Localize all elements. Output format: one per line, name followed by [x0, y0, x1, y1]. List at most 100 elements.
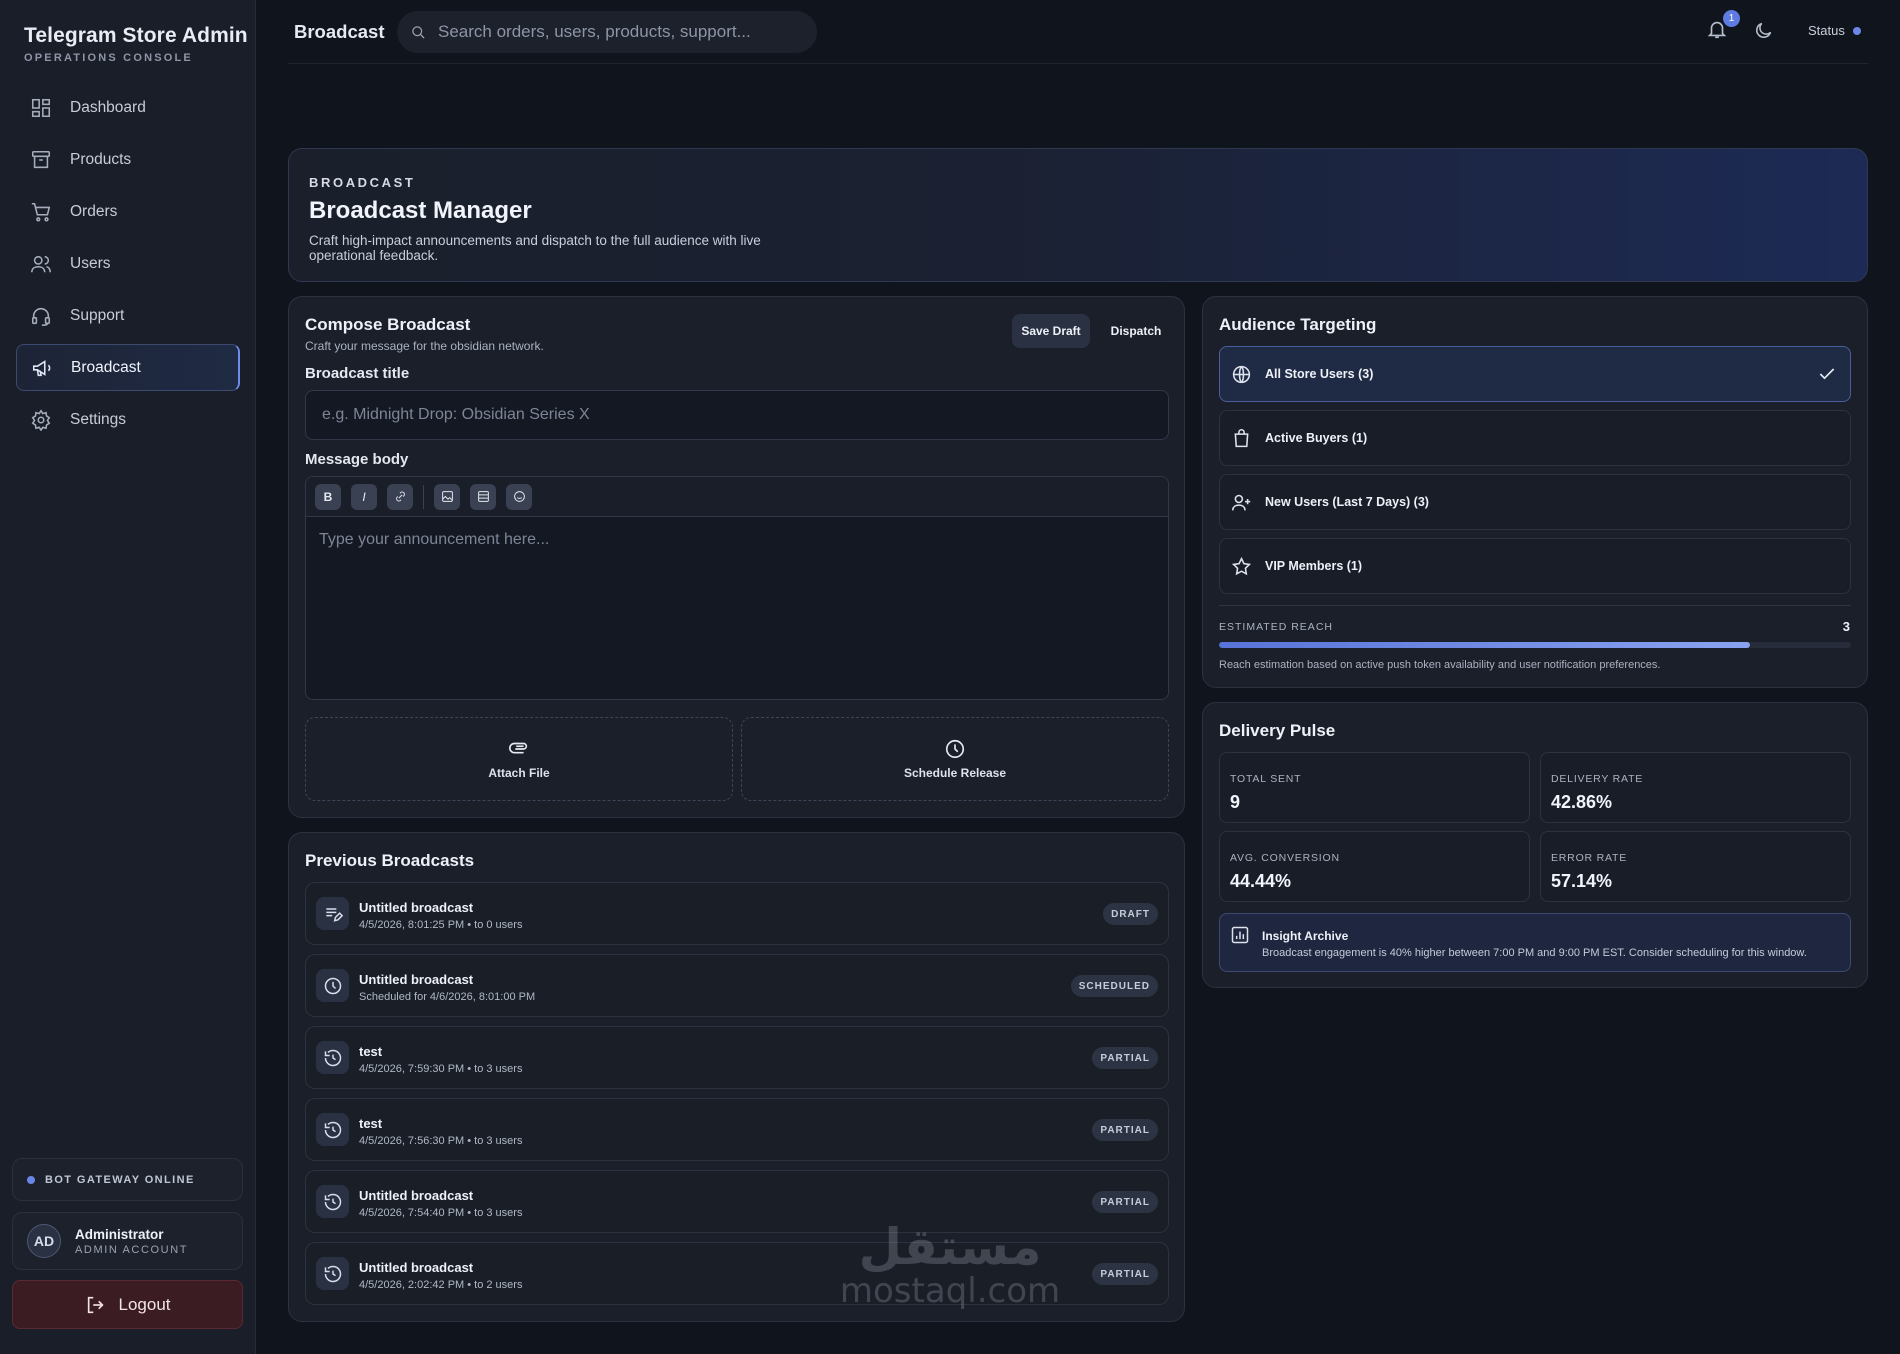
audience-option-label: All Store Users (3) — [1265, 367, 1374, 381]
status-badge: PARTIAL — [1092, 1191, 1158, 1213]
link-icon — [395, 491, 405, 502]
reach-note: Reach estimation based on active push to… — [1219, 659, 1661, 671]
bold-button[interactable]: B — [315, 483, 341, 510]
broadcast-row[interactable]: test 4/5/2026, 7:59:30 PM • to 3 users P… — [305, 1026, 1169, 1089]
audience-option-active-buyers[interactable]: Active Buyers (1) — [1219, 410, 1851, 466]
user-plus-icon — [1231, 494, 1251, 510]
broadcast-row[interactable]: test 4/5/2026, 7:56:30 PM • to 3 users P… — [305, 1098, 1169, 1161]
schedule-release-label: Schedule Release — [903, 766, 1007, 780]
broadcast-meta: 4/5/2026, 8:01:25 PM • to 0 users — [359, 919, 523, 931]
paperclip-icon — [509, 742, 528, 754]
broadcast-meta: Scheduled for 4/6/2026, 8:01:00 PM — [359, 991, 536, 1003]
audience-option-new-users[interactable]: New Users (Last 7 Days) (3) — [1219, 474, 1851, 530]
metric-label: ERROR RATE — [1551, 852, 1628, 864]
reach-progress-bar — [1219, 642, 1851, 648]
sidebar-item-support[interactable]: Support — [16, 292, 240, 339]
sidebar-nav: Dashboard Products Orders Users Support … — [16, 84, 240, 448]
metric-value: 9 — [1230, 792, 1241, 812]
hero-banner: BROADCAST Broadcast Manager Craft high-i… — [288, 148, 1868, 282]
notification-badge: 1 — [1723, 10, 1740, 27]
save-draft-button[interactable]: Save Draft — [1012, 314, 1090, 348]
account-name: Administrator — [75, 1226, 164, 1242]
account-card[interactable]: AD Administrator ADMIN ACCOUNT — [12, 1212, 243, 1270]
estimated-reach-label: ESTIMATED REACH — [1219, 621, 1333, 633]
clock-icon — [945, 739, 965, 759]
emoji-button[interactable] — [506, 483, 532, 510]
video-icon — [477, 491, 489, 502]
image-button[interactable] — [434, 483, 460, 510]
sidebar-item-orders[interactable]: Orders — [16, 188, 240, 235]
history-icon-glyph — [324, 1265, 341, 1282]
broadcast-title-input[interactable] — [305, 390, 1169, 440]
watermark-latin: mostaql.com — [839, 1271, 1061, 1311]
broadcast-title: Untitled broadcast — [359, 972, 474, 987]
sidebar-item-users[interactable]: Users — [16, 240, 240, 287]
headset-icon — [31, 307, 51, 326]
editor-toolbar: B I — [306, 477, 1168, 517]
toolbar-divider — [423, 484, 424, 509]
sidebar-item-label: Products — [70, 150, 132, 168]
history-icon — [316, 1113, 349, 1146]
shopping-bag-icon — [1234, 428, 1249, 447]
sidebar-item-settings[interactable]: Settings — [16, 396, 240, 443]
broadcast-meta: 4/5/2026, 7:54:40 PM • to 3 users — [359, 1207, 523, 1219]
broadcast-title: Untitled broadcast — [359, 900, 474, 915]
message-editor: B I — [305, 476, 1169, 700]
video-button[interactable] — [470, 483, 496, 510]
broadcast-meta: 4/5/2026, 7:59:30 PM • to 3 users — [359, 1063, 523, 1075]
gear-icon — [31, 408, 51, 431]
sidebar-item-dashboard[interactable]: Dashboard — [16, 84, 240, 131]
status-dot-icon — [1852, 26, 1861, 35]
image-icon — [441, 491, 453, 502]
broadcast-title: Untitled broadcast — [359, 1260, 474, 1275]
sidebar-item-products[interactable]: Products — [16, 136, 240, 183]
history-icon — [316, 1257, 349, 1290]
brand-subtitle: OPERATIONS CONSOLE — [24, 52, 193, 64]
broadcast-row[interactable]: Untitled broadcast Scheduled for 4/6/202… — [305, 954, 1169, 1017]
link-button[interactable] — [387, 483, 413, 510]
broadcast-title: test — [359, 1116, 383, 1131]
status-label: Status — [1808, 23, 1845, 38]
message-body-input[interactable] — [306, 517, 1168, 699]
search-input[interactable] — [438, 22, 798, 42]
audience-option-label: VIP Members (1) — [1265, 559, 1363, 573]
audience-option-vip-members[interactable]: VIP Members (1) — [1219, 538, 1851, 594]
search-icon — [412, 25, 425, 39]
status-badge: DRAFT — [1103, 903, 1158, 925]
dispatch-button[interactable]: Dispatch — [1098, 314, 1174, 348]
broadcast-title: Untitled broadcast — [359, 1188, 474, 1203]
search-bar[interactable] — [397, 11, 817, 53]
delivery-pulse-card: Delivery Pulse TOTAL SENT 9 DELIVERY RAT… — [1202, 702, 1868, 988]
logout-button[interactable]: Logout — [12, 1280, 243, 1329]
metric-value: 42.86% — [1551, 792, 1613, 812]
sidebar-item-label: Users — [70, 254, 111, 272]
audience-divider — [1219, 605, 1851, 606]
users-icon — [31, 255, 51, 272]
broadcast-title: test — [359, 1044, 383, 1059]
attach-file-button[interactable]: Attach File — [305, 717, 733, 801]
check-icon — [1819, 368, 1835, 380]
status-indicator[interactable]: Status — [1808, 23, 1861, 38]
status-badge: PARTIAL — [1092, 1119, 1158, 1141]
metric-avg-conversion: AVG. CONVERSION 44.44% — [1219, 831, 1530, 902]
audience-option-all-users[interactable]: All Store Users (3) — [1219, 346, 1851, 402]
draft-edit-icon — [316, 897, 349, 930]
metric-error-rate: ERROR RATE 57.14% — [1540, 831, 1851, 902]
audience-option-label: Active Buyers (1) — [1265, 431, 1368, 445]
theme-toggle-button[interactable] — [1753, 20, 1774, 46]
insight-archive[interactable]: Insight Archive Broadcast engagement is … — [1219, 913, 1851, 972]
sidebar-item-broadcast[interactable]: Broadcast — [16, 344, 240, 391]
attach-file-label: Attach File — [488, 766, 550, 780]
history-icon — [316, 1041, 349, 1074]
italic-button[interactable]: I — [351, 483, 377, 510]
logout-label: Logout — [118, 1294, 171, 1314]
watermark-arabic: مستقل — [858, 1218, 1042, 1276]
brand-title: Telegram Store Admin — [24, 24, 248, 47]
history-icon-glyph — [324, 1193, 341, 1210]
broadcast-row[interactable]: Untitled broadcast 4/5/2026, 8:01:25 PM … — [305, 882, 1169, 945]
schedule-release-button[interactable]: Schedule Release — [741, 717, 1169, 801]
megaphone-icon — [32, 359, 51, 376]
metric-value: 57.14% — [1551, 871, 1613, 891]
dashboard-icon — [31, 98, 51, 117]
metric-label: AVG. CONVERSION — [1230, 852, 1340, 864]
